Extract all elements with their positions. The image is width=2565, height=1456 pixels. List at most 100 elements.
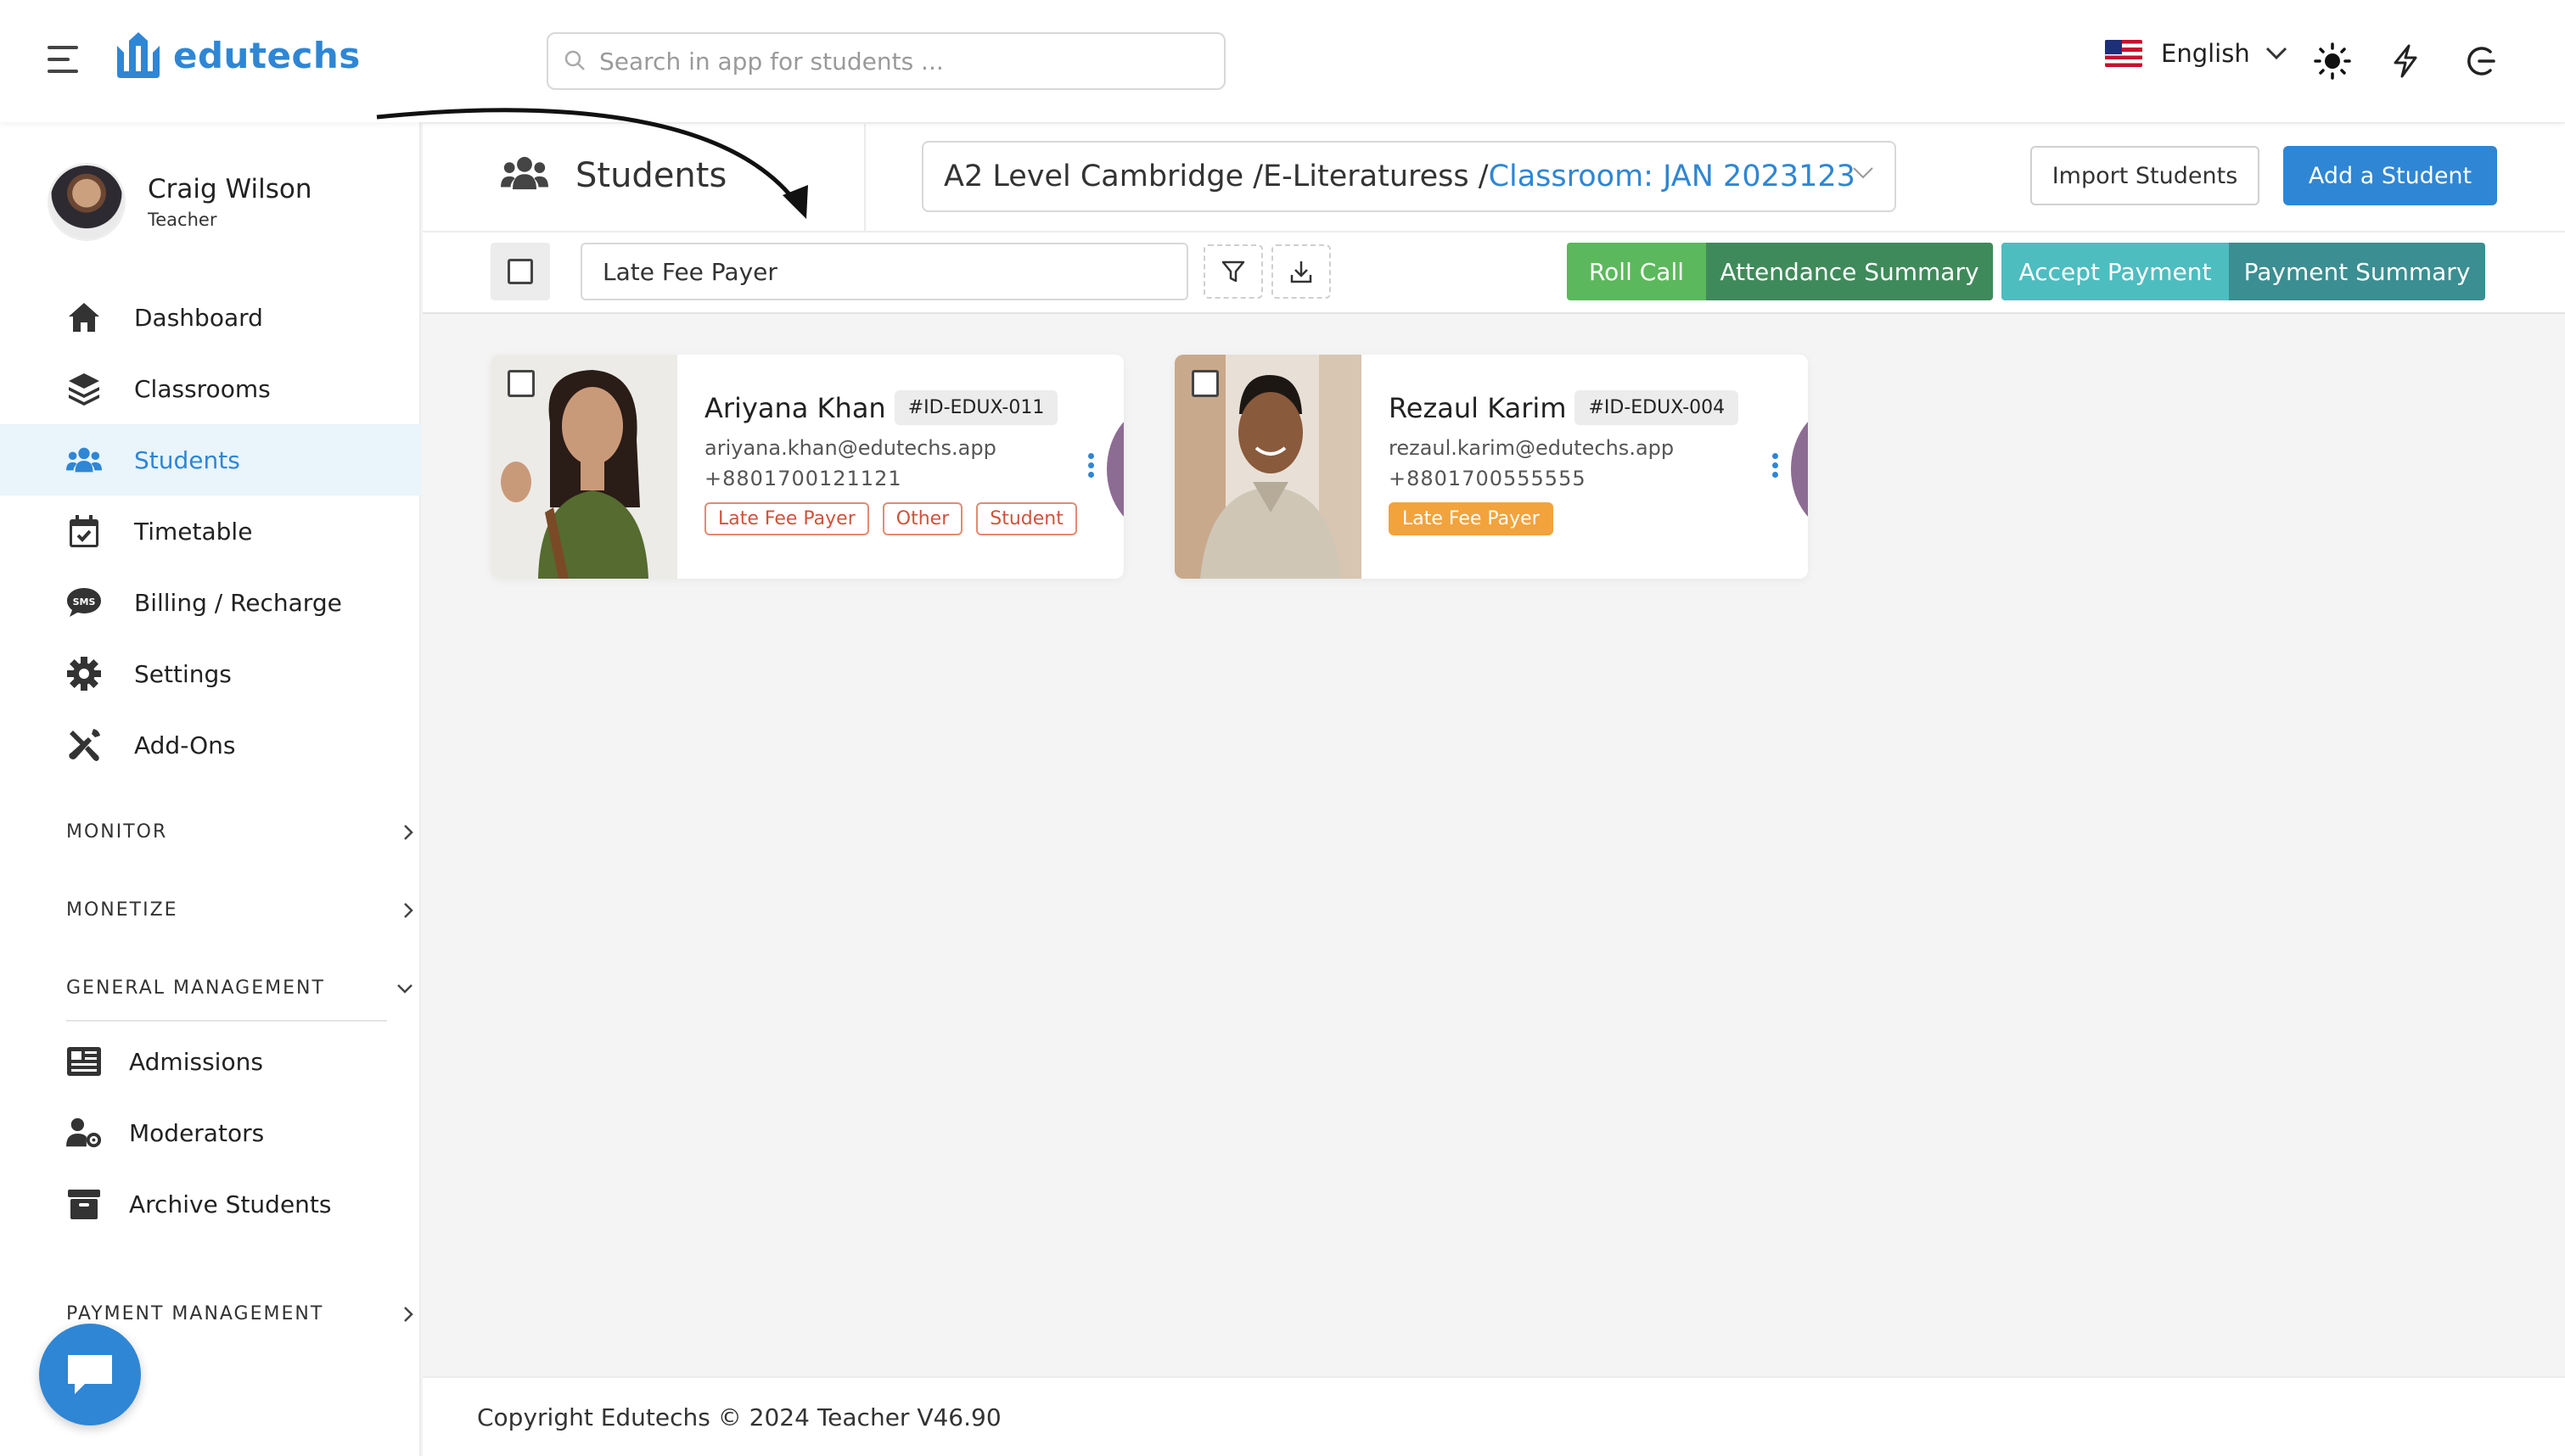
layers-icon: [66, 371, 102, 406]
sidebar-item-dashboard[interactable]: Dashboard: [0, 282, 421, 353]
divider: [864, 124, 866, 232]
student-phone: +8801700121121: [704, 467, 902, 490]
more-options-icon[interactable]: [1772, 453, 1779, 479]
sidebar-item-label: Add-Ons: [134, 731, 236, 759]
menu-icon[interactable]: [48, 44, 81, 75]
chevron-right-icon: [404, 1306, 413, 1322]
search-placeholder: Search in app for students ...: [599, 47, 944, 76]
sidebar-item-students[interactable]: Students: [0, 424, 421, 496]
sidebar-item-billing[interactable]: SMS Billing / Recharge: [0, 567, 421, 638]
download-button[interactable]: [1271, 244, 1331, 299]
home-icon: [66, 300, 102, 335]
sidebar-item-addons[interactable]: Add-Ons: [0, 709, 421, 781]
user-profile[interactable]: Craig Wilson Teacher: [48, 163, 312, 241]
language-label: English: [2161, 39, 2250, 68]
section-general-management[interactable]: GENERAL MANAGEMENT: [66, 977, 414, 999]
payment-summary-button[interactable]: Payment Summary: [2229, 243, 2485, 300]
tag-badge: Late Fee Payer: [1389, 502, 1553, 535]
sidebar-item-archive-students[interactable]: Archive Students: [66, 1186, 331, 1222]
app-logo[interactable]: edutechs: [114, 29, 361, 81]
sidebar-item-label: Settings: [134, 659, 232, 688]
calendar-icon: [66, 513, 102, 549]
sidebar: Craig Wilson Teacher Dashboard Classroom…: [0, 122, 421, 1456]
student-checkbox[interactable]: [1192, 370, 1219, 397]
filter-icon: [1221, 260, 1245, 283]
logout-icon[interactable]: [2458, 39, 2502, 83]
avatar: [48, 163, 126, 241]
gear-icon: [66, 656, 102, 692]
student-email: ariyana.khan@edutechs.app: [704, 436, 996, 460]
svg-text:SMS: SMS: [73, 596, 96, 608]
chat-button[interactable]: [39, 1324, 141, 1425]
download-icon: [1290, 261, 1312, 283]
card-accent: [1791, 406, 1808, 533]
filter-bar: Late Fee Payer Roll Call Attendance Summ…: [423, 232, 2565, 314]
attendance-summary-button[interactable]: Attendance Summary: [1706, 243, 1993, 300]
sidebar-item-label: Classrooms: [134, 374, 271, 403]
tools-icon: [66, 727, 102, 763]
select-all-checkbox[interactable]: [491, 243, 550, 300]
section-label: MONITOR: [66, 821, 168, 843]
roll-call-button[interactable]: Roll Call: [1567, 243, 1706, 300]
student-name: Rezaul Karim: [1389, 391, 1567, 424]
chat-icon: [68, 1355, 112, 1394]
section-monitor[interactable]: MONITOR: [66, 821, 414, 843]
language-selector[interactable]: English: [2105, 39, 2287, 68]
student-card[interactable]: Rezaul Karim #ID-EDUX-004 rezaul.karim@e…: [1175, 355, 1808, 579]
app-name: edutechs: [173, 34, 361, 76]
sidebar-nav: Dashboard Classrooms Students Timetable …: [0, 282, 421, 781]
filter-input[interactable]: Late Fee Payer: [581, 243, 1188, 300]
card-accent: [1107, 406, 1124, 533]
sidebar-item-label: Dashboard: [134, 303, 263, 332]
sidebar-item-label: Moderators: [129, 1118, 265, 1147]
section-label: MONETIZE: [66, 899, 178, 921]
tag-badge: Late Fee Payer: [704, 502, 869, 535]
section-label: PAYMENT MANAGEMENT: [66, 1303, 324, 1324]
section-divider: [66, 1020, 387, 1022]
add-student-button[interactable]: Add a Student: [2283, 146, 2497, 205]
app-root: edutechs Search in app for students ... …: [0, 0, 2565, 1456]
sidebar-item-timetable[interactable]: Timetable: [0, 496, 421, 567]
archive-icon: [66, 1186, 102, 1222]
more-options-icon[interactable]: [1088, 453, 1095, 479]
sidebar-item-admissions[interactable]: Admissions: [66, 1044, 263, 1079]
class-path: A2 Level Cambridge /E-Literaturess /: [944, 160, 1489, 193]
chevron-right-icon: [404, 902, 413, 918]
classroom-selector[interactable]: A2 Level Cambridge /E-Literaturess / Cla…: [922, 141, 1896, 212]
sidebar-item-moderators[interactable]: Moderators: [66, 1115, 264, 1151]
tag-badge: Other: [882, 502, 963, 535]
classroom-name: Classroom: JAN 2023123: [1488, 160, 1855, 193]
search-icon: [564, 50, 585, 70]
accept-payment-button[interactable]: Accept Payment: [2001, 243, 2229, 300]
student-tags: Late Fee Payer: [1389, 502, 1567, 535]
import-students-button[interactable]: Import Students: [2030, 146, 2259, 205]
student-id-badge: #ID-EDUX-011: [894, 390, 1058, 425]
student-checkbox[interactable]: [508, 370, 535, 397]
student-id-badge: #ID-EDUX-004: [1574, 390, 1739, 425]
sidebar-item-label: Billing / Recharge: [134, 588, 342, 617]
footer: Copyright Edutechs © 2024 Teacher V46.90: [423, 1376, 2565, 1456]
sidebar-item-classrooms[interactable]: Classrooms: [0, 353, 421, 424]
us-flag-icon: [2105, 40, 2142, 67]
student-email: rezaul.karim@edutechs.app: [1389, 436, 1675, 460]
user-role: Teacher: [148, 210, 217, 230]
chevron-down-icon: [2265, 47, 2287, 60]
copyright-text: Copyright Edutechs © 2024 Teacher V46.90: [477, 1403, 1002, 1431]
chevron-down-icon: [397, 983, 413, 994]
sidebar-item-label: Timetable: [134, 517, 253, 546]
student-card[interactable]: Ariyana Khan #ID-EDUX-011 ariyana.khan@e…: [491, 355, 1124, 579]
sidebar-item-label: Admissions: [129, 1047, 263, 1076]
bolt-icon[interactable]: [2383, 39, 2427, 83]
sun-icon[interactable]: [2310, 39, 2355, 83]
filter-button[interactable]: [1204, 244, 1263, 299]
sidebar-item-settings[interactable]: Settings: [0, 638, 421, 709]
search-input[interactable]: Search in app for students ...: [547, 32, 1226, 90]
section-monetize[interactable]: MONETIZE: [66, 899, 414, 921]
student-phone: +8801700555555: [1389, 467, 1586, 490]
student-tags: Late Fee Payer Other Student: [704, 502, 1091, 535]
logo-icon: [117, 32, 160, 78]
sidebar-item-label: Students: [134, 445, 240, 474]
tag-badge: Student: [976, 502, 1077, 535]
user-gear-icon: [66, 1115, 102, 1151]
section-payment-management[interactable]: PAYMENT MANAGEMENT: [66, 1303, 414, 1324]
